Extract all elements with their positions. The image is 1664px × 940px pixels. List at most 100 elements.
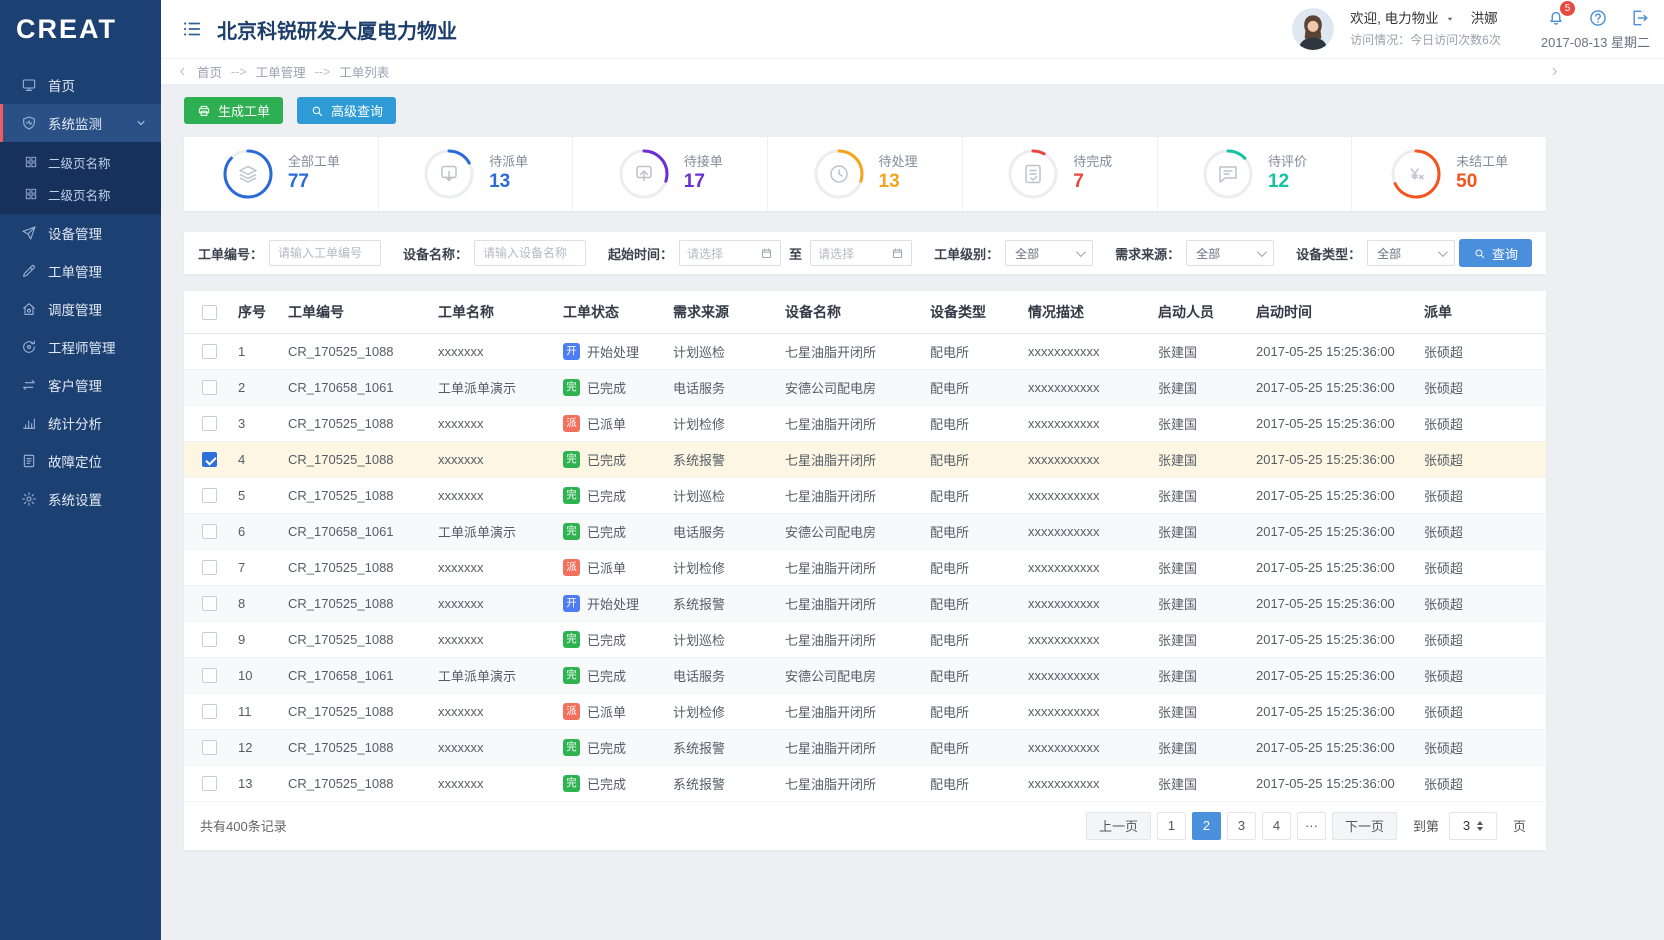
demand-source-select[interactable]: 全部 <box>1186 240 1274 266</box>
device-type-select[interactable]: 全部 <box>1367 240 1455 266</box>
sidebar-item-workorder-management[interactable]: 工单管理 <box>0 252 161 290</box>
row-checkbox[interactable] <box>202 560 217 575</box>
cell-device-name: 安德公司配电房 <box>773 657 918 693</box>
layers-icon <box>240 167 256 183</box>
row-checkbox[interactable] <box>202 524 217 539</box>
sidebar-submenu: 二级页名称 二级页名称 <box>0 142 161 214</box>
page-number-button[interactable]: 4 <box>1262 812 1291 840</box>
cell-starter: 张建国 <box>1146 729 1244 765</box>
row-checkbox[interactable] <box>202 740 217 755</box>
goto-page-input[interactable]: 3 <box>1449 812 1497 840</box>
sidebar-item-statistics-analysis[interactable]: 统计分析 <box>0 404 161 442</box>
sidebar-item-dispatch-management[interactable]: 调度管理 <box>0 290 161 328</box>
stat-card-to-dispatch[interactable]: 待派单 13 <box>379 137 574 211</box>
sidebar-item-customer-management[interactable]: 客户管理 <box>0 366 161 404</box>
table-row[interactable]: 13 CR_170525_1088 xxxxxxx 完已完成 系统报警 七星油脂… <box>184 765 1546 801</box>
sidebar-item-fault-location[interactable]: 故障定位 <box>0 442 161 480</box>
page-number-button[interactable]: 1 <box>1157 812 1186 840</box>
sidebar-subitem-secondary-page-1[interactable]: 二级页名称 <box>0 146 161 178</box>
generate-order-button[interactable]: 生成工单 <box>184 97 283 124</box>
page-number-button[interactable]: 3 <box>1227 812 1256 840</box>
breadcrumb-forward-icon[interactable] <box>1549 66 1560 77</box>
prev-page-button[interactable]: 上一页 <box>1086 812 1151 840</box>
table-row[interactable]: 6 CR_170658_1061 工单派单演示 完已完成 电话服务 安德公司配电… <box>184 513 1546 549</box>
status-label: 已完成 <box>587 633 626 648</box>
menu-toggle-icon[interactable] <box>181 18 203 40</box>
order-no-input[interactable] <box>269 240 381 266</box>
table-row[interactable]: 8 CR_170525_1088 xxxxxxx 开开始处理 系统报警 七星油脂… <box>184 585 1546 621</box>
row-checkbox[interactable] <box>202 776 217 791</box>
advanced-search-button[interactable]: 高级查询 <box>297 97 396 124</box>
sidebar-item-device-management[interactable]: 设备管理 <box>0 214 161 252</box>
avatar[interactable] <box>1292 8 1334 50</box>
breadcrumb-back-icon[interactable] <box>177 66 188 77</box>
stat-card-to-accept[interactable]: 待接单 17 <box>573 137 768 211</box>
notification-bell-icon[interactable]: 5 <box>1546 8 1566 28</box>
table-row[interactable]: 1 CR_170525_1088 xxxxxxx 开开始处理 计划巡检 七星油脂… <box>184 333 1546 369</box>
stat-card-to-evaluate[interactable]: 待评价 12 <box>1158 137 1353 211</box>
table-row[interactable]: 11 CR_170525_1088 xxxxxxx 派已派单 计划检修 七星油脂… <box>184 693 1546 729</box>
search-button[interactable]: 查询 <box>1459 239 1532 267</box>
stat-card-to-process[interactable]: 待处理 13 <box>768 137 963 211</box>
row-checkbox[interactable] <box>202 488 217 503</box>
table-row[interactable]: 7 CR_170525_1088 xxxxxxx 派已派单 计划检修 七星油脂开… <box>184 549 1546 585</box>
status-label: 已完成 <box>587 777 626 792</box>
table-row[interactable]: 12 CR_170525_1088 xxxxxxx 完已完成 系统报警 七星油脂… <box>184 729 1546 765</box>
cell-starter: 张建国 <box>1146 441 1244 477</box>
user-dropdown-caret-icon[interactable] <box>1445 14 1455 24</box>
row-checkbox[interactable] <box>202 704 217 719</box>
cell-description: xxxxxxxxxxx <box>1016 621 1146 657</box>
start-date-picker[interactable]: 请选择 <box>679 240 781 266</box>
row-checkbox[interactable] <box>202 668 217 683</box>
table-row[interactable]: 4 CR_170525_1088 xxxxxxx 完已完成 系统报警 七星油脂开… <box>184 441 1546 477</box>
table-row[interactable]: 9 CR_170525_1088 xxxxxxx 完已完成 计划巡检 七星油脂开… <box>184 621 1546 657</box>
sidebar-subitem-secondary-page-2[interactable]: 二级页名称 <box>0 178 161 210</box>
cell-index: 12 <box>226 729 276 765</box>
table-row[interactable]: 2 CR_170658_1061 工单派单演示 完已完成 电话服务 安德公司配电… <box>184 369 1546 405</box>
sidebar-item-system-monitor[interactable]: 系统监测 <box>0 104 161 142</box>
cell-demand-source: 系统报警 <box>661 441 773 477</box>
breadcrumb-item-home[interactable]: 首页 <box>197 62 222 81</box>
cell-order-name: xxxxxxx <box>426 405 551 441</box>
calendar-icon[interactable] <box>760 247 773 260</box>
stat-ring <box>222 148 274 200</box>
order-level-select[interactable]: 全部 <box>1005 240 1093 266</box>
page-number-button[interactable]: ··· <box>1297 812 1326 840</box>
cell-start-time: 2017-05-25 15:25:36:00 <box>1244 405 1412 441</box>
status-label: 开始处理 <box>587 345 639 360</box>
breadcrumb-item-workorder[interactable]: 工单管理 <box>256 62 306 81</box>
stat-card-unclosed-orders[interactable]: 未结工单 50 <box>1352 137 1546 211</box>
page-stepper-icon[interactable] <box>1477 821 1483 831</box>
page-number-button[interactable]: 2 <box>1192 812 1221 840</box>
sidebar-item-system-settings[interactable]: 系统设置 <box>0 480 161 518</box>
sidebar-item-engineer-management[interactable]: 工程师管理 <box>0 328 161 366</box>
status-badge: 完 <box>563 487 580 504</box>
table-row[interactable]: 10 CR_170658_1061 工单派单演示 完已完成 电话服务 安德公司配… <box>184 657 1546 693</box>
breadcrumb-separator: --> <box>231 65 247 79</box>
cell-index: 9 <box>226 621 276 657</box>
cell-start-time: 2017-05-25 15:25:36:00 <box>1244 369 1412 405</box>
stat-card-all-orders[interactable]: 全部工单 77 <box>184 137 379 211</box>
row-checkbox[interactable] <box>202 596 217 611</box>
table-row[interactable]: 5 CR_170525_1088 xxxxxxx 完已完成 计划巡检 七星油脂开… <box>184 477 1546 513</box>
logout-icon[interactable] <box>1630 8 1650 28</box>
row-checkbox[interactable] <box>202 452 217 467</box>
select-all-checkbox[interactable] <box>202 305 217 320</box>
calendar-icon[interactable] <box>891 247 904 260</box>
next-page-button[interactable]: 下一页 <box>1332 812 1397 840</box>
row-checkbox[interactable] <box>202 380 217 395</box>
sidebar-item-home[interactable]: 首页 <box>0 66 161 104</box>
device-name-input[interactable] <box>474 240 586 266</box>
printer-icon <box>197 104 211 118</box>
stat-card-to-complete[interactable]: 待完成 7 <box>963 137 1158 211</box>
row-checkbox[interactable] <box>202 416 217 431</box>
table-row[interactable]: 3 CR_170525_1088 xxxxxxx 派已派单 计划检修 七星油脂开… <box>184 405 1546 441</box>
row-checkbox[interactable] <box>202 632 217 647</box>
cell-order-name: 工单派单演示 <box>426 657 551 693</box>
end-date-picker[interactable]: 请选择 <box>810 240 912 266</box>
help-icon[interactable] <box>1588 8 1608 28</box>
welcome-text: 欢迎, 电力物业 <box>1350 9 1439 29</box>
row-checkbox[interactable] <box>202 344 217 359</box>
cell-dispatcher: 张硕超 <box>1412 513 1546 549</box>
cell-start-time: 2017-05-25 15:25:36:00 <box>1244 513 1412 549</box>
